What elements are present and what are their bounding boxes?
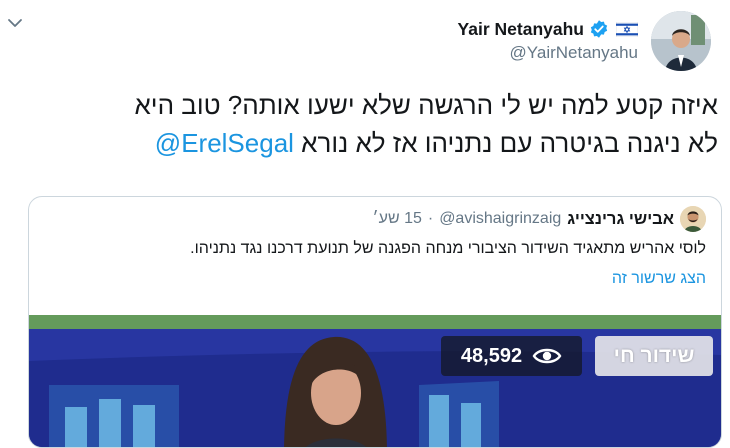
separator-dot: · <box>427 210 434 227</box>
mention-link[interactable]: @ErelSegal <box>155 128 294 158</box>
eye-icon <box>532 348 562 364</box>
verified-badge-icon <box>590 20 608 38</box>
quoted-author-name[interactable]: אבישי גרינצייג <box>567 210 674 229</box>
israel-flag-icon <box>616 21 638 37</box>
author-handle[interactable]: @YairNetanyahu <box>420 43 638 63</box>
author-name[interactable]: Yair Netanyahu <box>458 19 584 40</box>
view-count-badge: 48,592 <box>441 336 582 376</box>
video-frame <box>29 315 721 447</box>
quoted-tweet[interactable]: אבישי גרינצייג @avishaigrinzaig · 15 שע׳… <box>28 196 722 448</box>
quoted-tweet-header: אבישי גרינצייג @avishaigrinzaig · 15 שע׳ <box>46 206 706 232</box>
view-count: 48,592 <box>460 344 523 367</box>
quoted-author-handle[interactable]: @avishaigrinzaig <box>439 210 561 228</box>
quoted-timestamp[interactable]: 15 שע׳ <box>372 210 421 228</box>
show-thread-link[interactable]: הצג שרשור זה <box>612 270 706 288</box>
tweet-line-text: לא ניגנה בגיטרה עם נתניהו אז לא נורא <box>301 128 718 158</box>
author-header[interactable]: Yair Netanyahu <box>420 16 638 42</box>
tweet-line: לא ניגנה בגיטרה עם נתניהו אז לא נורא @Er… <box>12 124 718 162</box>
video-preview[interactable]: 48,592 שידור חי <box>29 315 721 447</box>
avatar[interactable] <box>651 11 711 71</box>
chevron-down-icon[interactable] <box>6 14 24 32</box>
quoted-tweet-text: לוסי אהריש מתאגיד השידור הציבורי מנחה הפ… <box>190 240 706 257</box>
quoted-avatar[interactable] <box>680 206 706 232</box>
live-badge: שידור חי <box>595 336 713 376</box>
tweet-text: איזה קטע למה יש לי הרגשה שלא ישעו אותה? … <box>12 86 718 162</box>
tweet-line: איזה קטע למה יש לי הרגשה שלא ישעו אותה? … <box>134 90 718 120</box>
